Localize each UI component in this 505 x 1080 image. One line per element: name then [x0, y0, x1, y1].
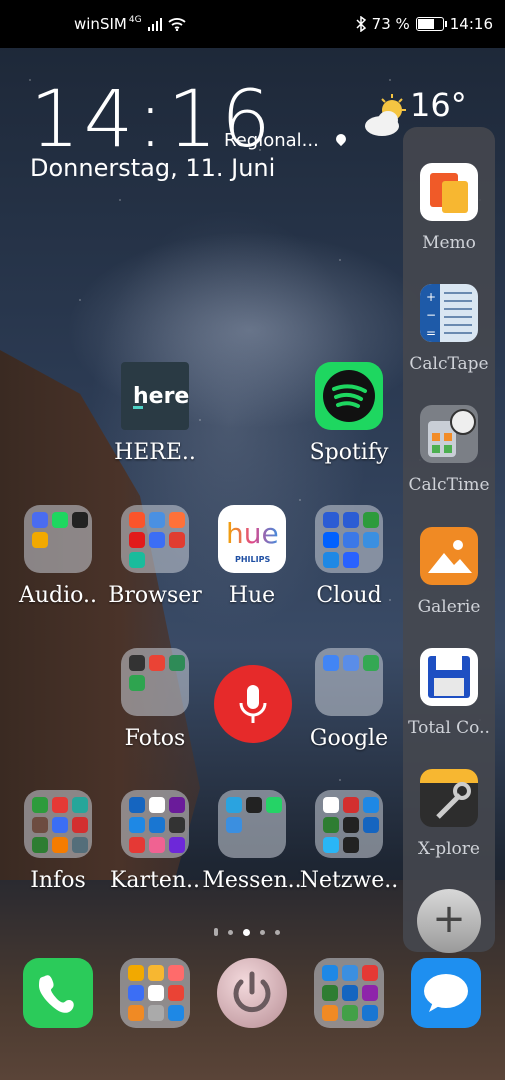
folder-icon	[121, 648, 189, 716]
sidebar-app-label: X-plore	[418, 839, 480, 859]
folder-icon	[24, 790, 92, 858]
messages-icon	[411, 958, 481, 1028]
wifi-icon	[167, 18, 186, 31]
folder-icon	[121, 505, 189, 573]
app-spotify[interactable]: Spotify	[299, 362, 399, 465]
folder-icon	[121, 790, 189, 858]
add-app-button[interactable]: +	[417, 889, 481, 953]
clock-date[interactable]: Donnerstag, 11. Juni	[30, 154, 275, 182]
sidebar-app-label: Memo	[422, 233, 476, 253]
dock-folder[interactable]	[120, 958, 190, 1028]
calctape-icon: + − =	[420, 284, 478, 342]
app-label: Cloud	[316, 583, 382, 608]
app-label: Browser	[108, 583, 202, 608]
bluetooth-icon	[356, 16, 366, 32]
microphone-icon	[239, 685, 267, 723]
folder-fotos[interactable]: Fotos	[105, 648, 205, 751]
folder-icon	[315, 505, 383, 573]
folder-icon	[315, 648, 383, 716]
phone-icon	[23, 958, 93, 1028]
battery-icon	[415, 17, 447, 31]
folder-icon	[24, 505, 92, 573]
status-bar: winSIM 4G 73 % 14:16	[0, 0, 505, 48]
sidebar-app-memo[interactable]: Memo	[403, 163, 495, 253]
page-indicator[interactable]	[214, 928, 280, 936]
power-icon	[217, 958, 287, 1028]
folder-infos[interactable]: Infos	[8, 790, 108, 893]
sidebar-app-galerie[interactable]: Galerie	[403, 527, 495, 617]
app-label: Audio..	[18, 583, 98, 608]
floppy-disk-icon	[420, 648, 478, 706]
here-wego-icon: here	[121, 362, 189, 430]
partly-cloudy-icon[interactable]	[362, 92, 410, 140]
signal-icon	[147, 17, 162, 31]
app-label: Hue	[228, 583, 276, 608]
folder-karten[interactable]: Karten..	[105, 790, 205, 893]
folder-icon	[315, 790, 383, 858]
dock-phone[interactable]	[23, 958, 93, 1028]
dock-power[interactable]	[217, 958, 287, 1028]
philips-logo-text: PHILIPS	[235, 555, 271, 564]
app-label: Infos	[30, 868, 86, 893]
app-label: HERE..	[114, 440, 196, 465]
folder-audio[interactable]: Audio..	[8, 505, 108, 608]
sidebar-app-label: Galerie	[417, 597, 481, 617]
folder-icon	[314, 958, 384, 1028]
app-label: Karten..	[109, 868, 201, 893]
battery-percent: 73 %	[371, 15, 410, 33]
folder-google[interactable]: Google	[299, 648, 399, 751]
weather-temperature[interactable]: 16°	[410, 86, 467, 124]
sidebar-app-calctime[interactable]: CalcTime	[403, 405, 495, 495]
sidebar-app-label: Total Co..	[408, 718, 490, 738]
calctime-icon	[420, 405, 478, 463]
xplore-icon	[420, 769, 478, 827]
memo-icon	[420, 163, 478, 221]
sidebar-app-calctape[interactable]: + − = CalcTape	[403, 284, 495, 374]
smart-sidebar[interactable]: Memo + − = CalcTape CalcTime Galerie Tot…	[403, 127, 495, 953]
spotify-icon	[315, 362, 383, 430]
dock-messages[interactable]	[411, 958, 481, 1028]
app-label: Spotify	[309, 440, 389, 465]
home-page-dot[interactable]	[214, 928, 218, 936]
hue-logo-text: hue	[226, 517, 279, 550]
app-hue[interactable]: hue PHILIPS Hue	[202, 505, 302, 608]
app-label: Netzwe..	[299, 868, 399, 893]
gallery-icon	[420, 527, 478, 585]
page-dot[interactable]	[228, 929, 233, 935]
sidebar-app-xplore[interactable]: X-plore	[403, 769, 495, 859]
carrier-label: winSIM	[74, 15, 127, 33]
sidebar-app-label: CalcTime	[408, 475, 490, 495]
sidebar-app-label: CalcTape	[409, 354, 489, 374]
hue-icon: hue PHILIPS	[218, 505, 286, 573]
network-label: 4G	[128, 15, 142, 25]
app-label: Fotos	[124, 726, 186, 751]
page-dot[interactable]	[275, 929, 280, 935]
status-time: 14:16	[449, 15, 493, 33]
dock-folder-2[interactable]	[314, 958, 384, 1028]
app-here-wego[interactable]: here HERE..	[105, 362, 205, 465]
voice-search-button[interactable]	[214, 665, 292, 743]
sidebar-app-total-commander[interactable]: Total Co..	[403, 648, 495, 738]
folder-browser[interactable]: Browser	[105, 505, 205, 608]
page-dot-active[interactable]	[243, 928, 250, 936]
folder-icon	[120, 958, 190, 1028]
page-dot[interactable]	[260, 929, 265, 935]
app-label: Google	[309, 726, 389, 751]
app-label: Messen..	[202, 868, 302, 893]
folder-netzwerk[interactable]: Netzwe..	[299, 790, 399, 893]
clock-location[interactable]: Regional...	[224, 130, 319, 151]
folder-cloud[interactable]: Cloud	[299, 505, 399, 608]
folder-messenger[interactable]: Messen..	[202, 790, 302, 893]
folder-icon	[218, 790, 286, 858]
